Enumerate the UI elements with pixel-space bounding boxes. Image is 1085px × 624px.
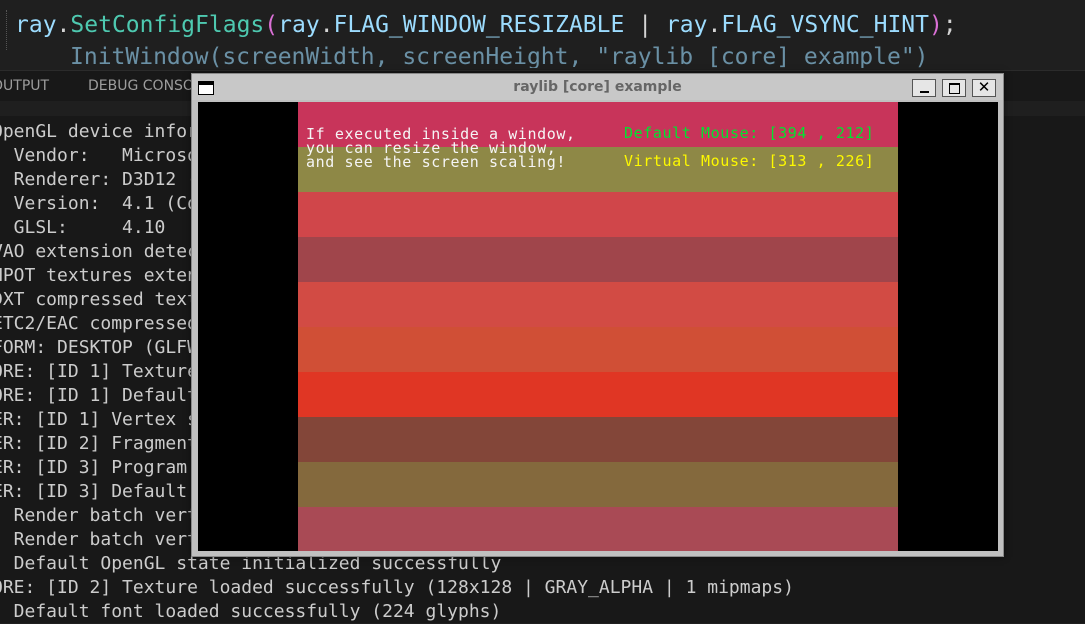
- code-token: ray: [665, 12, 708, 38]
- terminal-line: ER: [ID 3] Default: [0, 481, 188, 502]
- color-stripe: [298, 192, 898, 237]
- terminal-line: ORE: [ID 1] Texture: [0, 361, 198, 382]
- terminal-line: ER: [ID 1] Vertex s: [0, 409, 198, 430]
- code-token: ): [929, 12, 943, 38]
- render-canvas[interactable]: If executed inside a window, you can res…: [198, 102, 998, 551]
- code-token: (: [264, 12, 279, 38]
- code-token: .: [319, 12, 334, 38]
- code-token: ray: [278, 12, 320, 38]
- code-token: SetConfigFlags: [70, 12, 265, 38]
- close-button[interactable]: ✕: [972, 78, 996, 97]
- minimize-icon: [920, 91, 929, 93]
- maximize-button[interactable]: [942, 79, 966, 97]
- color-stripe: [298, 237, 898, 282]
- code-token: ray: [15, 12, 57, 38]
- terminal-line: ER: [ID 2] Fragment: [0, 433, 198, 454]
- code-token: .: [707, 12, 722, 38]
- code-token: FLAG_WINDOW_RESIZABLE: [333, 12, 625, 38]
- terminal-line: ETC2/EAC compressed: [0, 313, 198, 334]
- color-stripe: [298, 327, 898, 372]
- color-stripe: [298, 417, 898, 462]
- minimize-button[interactable]: [912, 79, 936, 97]
- color-stripe: [298, 507, 898, 551]
- code-line-set-config-flags[interactable]: ray.SetConfigFlags(ray.FLAG_WINDOW_RESIZ…: [15, 12, 957, 38]
- default-mouse-readout: Default Mouse: [394 , 212]: [624, 124, 875, 142]
- window-titlebar[interactable]: raylib [core] example ✕: [192, 74, 1003, 100]
- info-text: If executed inside a window, you can res…: [306, 125, 576, 171]
- terminal-line: ORE: [ID 2] Texture loaded successfully …: [0, 577, 794, 598]
- window-title: raylib [core] example: [513, 79, 682, 95]
- color-stripe: [298, 462, 898, 507]
- code-token: ;: [942, 12, 957, 38]
- code-editor[interactable]: ray.SetConfigFlags(ray.FLAG_WINDOW_RESIZ…: [0, 0, 1085, 68]
- terminal-line: FORM: DESKTOP (GLFW: [0, 337, 198, 358]
- terminal-line: GLSL: 4.10: [0, 217, 166, 238]
- code-line-init-window[interactable]: InitWindow(screenWidth, screenHeight, "r…: [70, 44, 929, 68]
- terminal-line: Renderer: D3D12 (: [0, 169, 198, 190]
- terminal-line: Render batch vert: [0, 529, 198, 550]
- virtual-mouse-readout: Virtual Mouse: [313 , 226]: [624, 152, 875, 170]
- maximize-icon: [949, 83, 960, 94]
- color-stripe: [298, 282, 898, 327]
- code-token: .: [56, 12, 71, 38]
- terminal-line: Version: 4.1 (Co: [0, 193, 198, 214]
- terminal-line: ORE: [ID 1] Default: [0, 385, 198, 406]
- tab-output[interactable]: OUTPUT: [0, 78, 49, 94]
- close-icon: ✕: [977, 78, 991, 96]
- code-token: |: [624, 12, 666, 38]
- terminal-line: Default font loaded successfully (224 gl…: [0, 601, 502, 622]
- code-token: FLAG_VSYNC_HINT: [721, 12, 930, 38]
- terminal-line: Render batch vert: [0, 505, 198, 526]
- raylib-window[interactable]: raylib [core] example ✕ If executed insi…: [191, 73, 1004, 557]
- color-stripe: [298, 372, 898, 417]
- terminal-line: ER: [ID 3] Program: [0, 457, 188, 478]
- indent-guide: [6, 10, 8, 50]
